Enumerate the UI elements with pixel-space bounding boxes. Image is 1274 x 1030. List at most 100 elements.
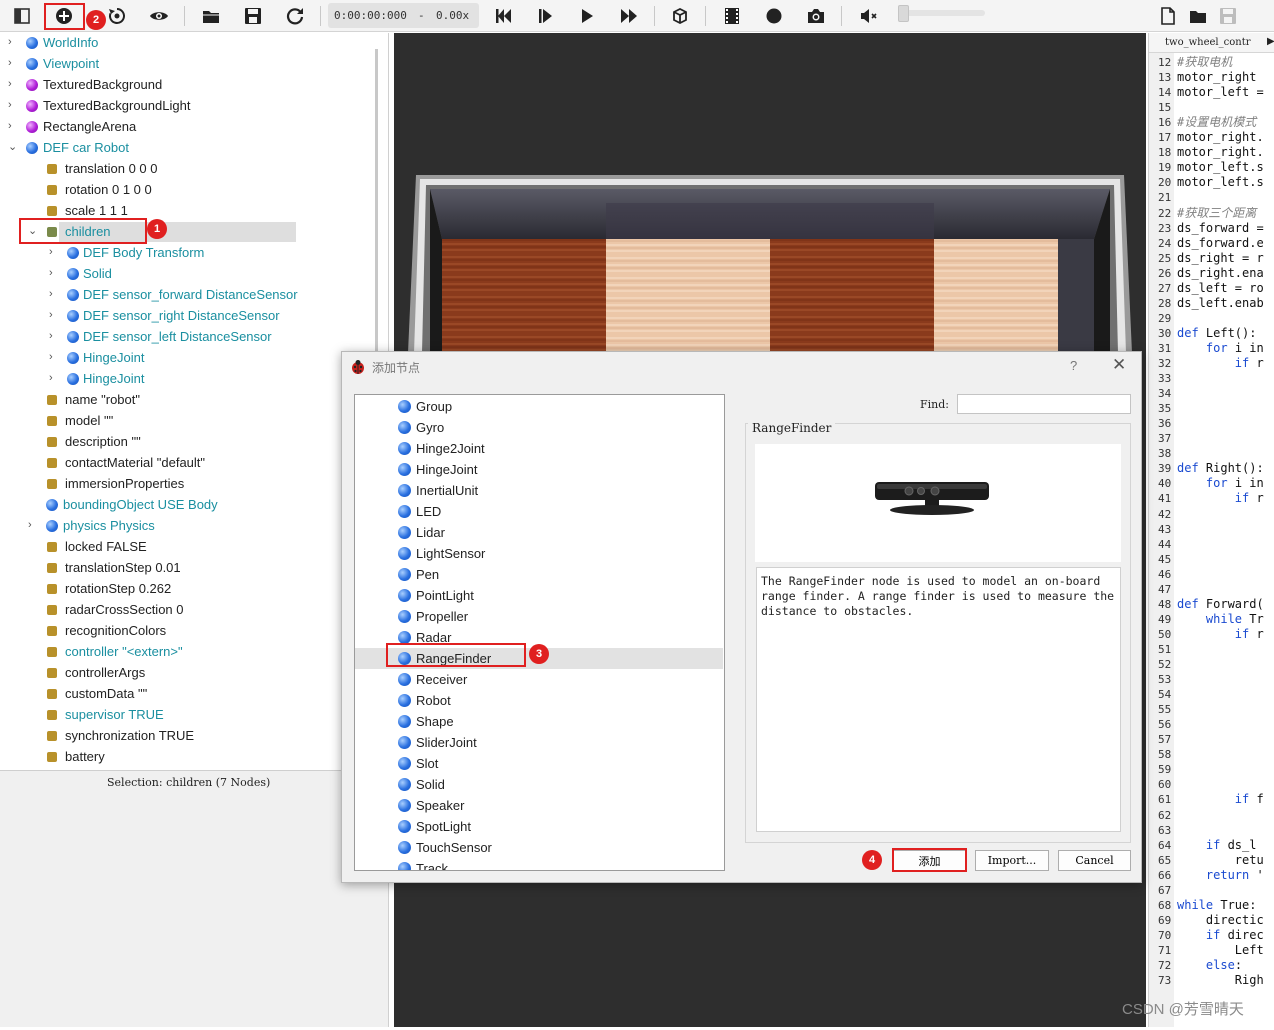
collapsed-arrow-icon[interactable]: › — [49, 326, 59, 347]
record-movie-icon[interactable] — [719, 3, 745, 29]
scene-tree-item[interactable]: radarCrossSection 0 — [0, 599, 370, 620]
play-icon[interactable] — [574, 3, 600, 29]
node-list-item[interactable]: InertialUnit — [355, 480, 723, 501]
collapsed-arrow-icon[interactable]: › — [49, 284, 59, 305]
scene-tree-item[interactable]: customData "" — [0, 683, 370, 704]
scene-tree-item[interactable]: › TexturedBackground — [0, 74, 370, 95]
collapsed-arrow-icon[interactable]: › — [28, 515, 38, 536]
scene-tree-item[interactable]: › HingeJoint — [0, 368, 370, 389]
open-file-icon[interactable] — [1185, 3, 1211, 29]
collapsed-arrow-icon[interactable]: › — [8, 53, 18, 74]
node-list-item[interactable]: HingeJoint — [355, 459, 723, 480]
node-list-item[interactable]: Gyro — [355, 417, 723, 438]
volume-slider-handle[interactable] — [898, 5, 909, 22]
node-list-item[interactable]: TouchSensor — [355, 837, 723, 858]
collapsed-arrow-icon[interactable]: › — [8, 74, 18, 95]
node-list-item[interactable]: Hinge2Joint — [355, 438, 723, 459]
editor-tab-two-wheel-controller[interactable]: two_wheel_contr — [1149, 33, 1274, 53]
node-list-item[interactable]: SliderJoint — [355, 732, 723, 753]
step-back-icon[interactable] — [490, 3, 516, 29]
scene-tree-item[interactable]: › HingeJoint — [0, 347, 370, 368]
open-world-icon[interactable] — [198, 3, 224, 29]
find-input[interactable] — [957, 394, 1131, 414]
scene-tree-item[interactable]: rotationStep 0.262 — [0, 578, 370, 599]
cancel-button[interactable]: Cancel — [1058, 850, 1131, 871]
scene-tree-item[interactable]: › physics Physics — [0, 515, 370, 536]
text-editor[interactable]: two_wheel_contr ▶ 12 #获取电机 13 motor_right 14… — [1148, 33, 1274, 1027]
view-cube-icon[interactable] — [667, 3, 693, 29]
reset-simulation-icon[interactable] — [282, 3, 308, 29]
scene-tree-item[interactable]: recognitionColors — [0, 620, 370, 641]
node-list-item[interactable]: Shape — [355, 711, 723, 732]
tab-scroll-right-icon[interactable]: ▶ — [1267, 36, 1274, 47]
node-list-item[interactable]: PointLight — [355, 585, 723, 606]
scene-tree-item[interactable]: battery — [0, 746, 370, 767]
collapsed-arrow-icon[interactable]: › — [8, 33, 18, 53]
scene-tree-item[interactable]: boundingObject USE Body — [0, 494, 370, 515]
line-number: 70 — [1158, 928, 1172, 942]
step-icon[interactable] — [532, 3, 558, 29]
node-list-item[interactable]: Solid — [355, 774, 723, 795]
collapsed-arrow-icon[interactable]: › — [49, 368, 59, 389]
scene-tree-item[interactable]: supervisor TRUE — [0, 704, 370, 725]
scene-tree-item[interactable]: › DEF sensor_forward DistanceSensor — [0, 284, 370, 305]
scene-tree-item[interactable]: › RectangleArena — [0, 116, 370, 137]
scene-tree-item[interactable]: › DEF sensor_right DistanceSensor — [0, 305, 370, 326]
close-icon[interactable]: ✕ — [1112, 355, 1126, 375]
node-list-item[interactable]: Robot — [355, 690, 723, 711]
new-file-icon[interactable] — [1155, 3, 1181, 29]
scene-tree-item[interactable]: rotation 0 1 0 0 — [0, 179, 370, 200]
collapsed-arrow-icon[interactable]: › — [49, 242, 59, 263]
scene-tree-item[interactable]: controllerArgs — [0, 662, 370, 683]
collapsed-arrow-icon[interactable]: › — [49, 305, 59, 326]
toggle-scene-tree-icon[interactable] — [9, 3, 35, 29]
node-list-item[interactable]: Track — [355, 858, 723, 870]
scene-tree-item[interactable]: › WorldInfo — [0, 33, 370, 53]
fast-forward-icon[interactable] — [616, 3, 642, 29]
save-world-icon[interactable] — [240, 3, 266, 29]
scene-tree-item[interactable]: › Viewpoint — [0, 53, 370, 74]
scene-tree-item[interactable]: translation 0 0 0 — [0, 158, 370, 179]
node-list-item[interactable]: Slot — [355, 753, 723, 774]
record-animation-icon[interactable] — [761, 3, 787, 29]
eye-icon[interactable] — [146, 3, 172, 29]
scene-tree-item[interactable]: description "" — [0, 431, 370, 452]
screenshot-camera-icon[interactable] — [803, 3, 829, 29]
scene-tree-item[interactable]: name "robot" — [0, 389, 370, 410]
scene-tree-item[interactable]: model "" — [0, 410, 370, 431]
collapsed-arrow-icon[interactable]: › — [8, 95, 18, 116]
node-list-item[interactable]: Lidar — [355, 522, 723, 543]
save-file-icon[interactable] — [1215, 3, 1241, 29]
node-list-item[interactable]: LightSensor — [355, 543, 723, 564]
scene-tree-item[interactable]: controller "<extern>" — [0, 641, 370, 662]
code-line: 24 ds_forward.e — [1149, 236, 1274, 251]
reload-world-icon[interactable] — [104, 3, 130, 29]
scene-tree-item[interactable]: locked FALSE — [0, 536, 370, 557]
node-list-item[interactable]: LED — [355, 501, 723, 522]
collapsed-arrow-icon[interactable]: › — [49, 263, 59, 284]
scene-tree-item[interactable]: synchronization TRUE — [0, 725, 370, 746]
scene-tree-item[interactable]: › DEF Body Transform — [0, 242, 370, 263]
scene-tree-item[interactable]: contactMaterial "default" — [0, 452, 370, 473]
collapsed-arrow-icon[interactable]: › — [8, 116, 18, 137]
help-button[interactable]: ? — [1070, 358, 1077, 373]
scene-tree-item[interactable]: immersionProperties — [0, 473, 370, 494]
import-button[interactable]: Import... — [975, 850, 1049, 871]
scene-tree-item[interactable]: › Solid — [0, 263, 370, 284]
expanded-arrow-icon[interactable]: ⌄ — [8, 137, 18, 158]
mute-sound-icon[interactable] — [855, 3, 881, 29]
node-blue-icon — [398, 463, 411, 476]
scene-tree-item[interactable]: › DEF sensor_left DistanceSensor — [0, 326, 370, 347]
node-list[interactable]: Group Gyro Hinge2Joint HingeJoint InertialUn… — [354, 394, 725, 871]
volume-slider[interactable] — [898, 5, 985, 22]
scene-tree-item[interactable]: › TexturedBackgroundLight — [0, 95, 370, 116]
node-list-item[interactable]: Speaker — [355, 795, 723, 816]
node-list-item[interactable]: Receiver — [355, 669, 723, 690]
node-list-item[interactable]: Group — [355, 396, 723, 417]
node-list-item[interactable]: Pen — [355, 564, 723, 585]
node-list-item[interactable]: Propeller — [355, 606, 723, 627]
scene-tree-item[interactable]: ⌄ DEF car Robot — [0, 137, 370, 158]
collapsed-arrow-icon[interactable]: › — [49, 347, 59, 368]
scene-tree-item[interactable]: translationStep 0.01 — [0, 557, 370, 578]
node-list-item[interactable]: SpotLight — [355, 816, 723, 837]
